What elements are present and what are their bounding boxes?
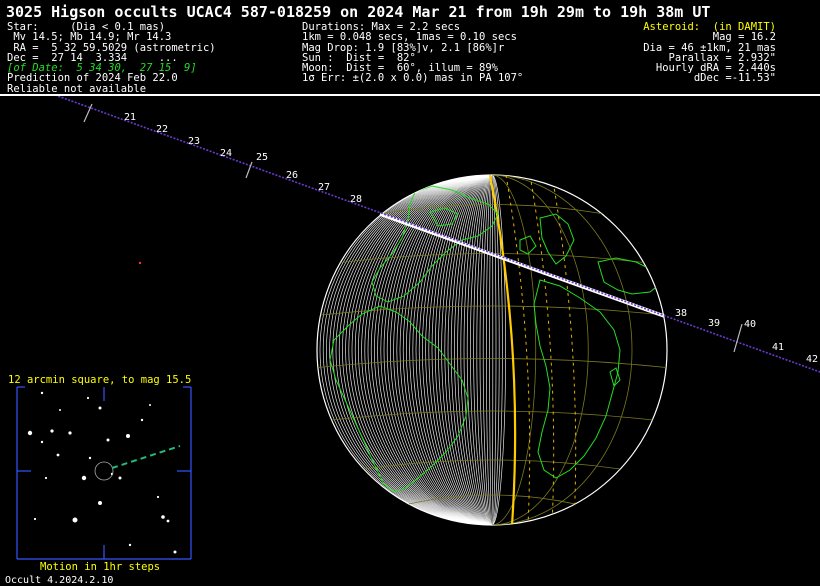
field-star xyxy=(86,396,90,400)
field-star xyxy=(98,501,102,505)
field-star xyxy=(106,438,110,442)
inset-footer: Motion in 1hr steps xyxy=(40,561,161,573)
field-star xyxy=(68,431,72,435)
field-star xyxy=(126,434,130,438)
path-tick xyxy=(733,323,743,353)
field-star xyxy=(140,418,144,422)
minute-label: 39 xyxy=(708,318,720,329)
asteroid-info-panel: Asteroid: (in DAMIT) Mag = 16.2 Dia = 46 ±… xyxy=(580,22,776,84)
minute-label: 40 xyxy=(744,319,756,330)
field-star xyxy=(40,440,44,444)
minute-label: 23 xyxy=(188,136,200,147)
field-star xyxy=(50,429,54,433)
event-info-line: 1σ Err: ±(2.0 x 0.0) mas in PA 107° xyxy=(302,72,524,85)
minute-label: 25 xyxy=(256,152,268,163)
field-star xyxy=(81,475,87,481)
minute-label: 38 xyxy=(675,308,687,319)
field-star xyxy=(173,550,177,554)
minute-label: 28 xyxy=(350,194,362,205)
field-star xyxy=(149,404,151,406)
minute-label: 42 xyxy=(806,354,818,365)
globe-map: 21 22 23 24 25 26 27 28 38 39 40 41 42 xyxy=(16,96,820,560)
field-star xyxy=(98,406,102,410)
inset-title: 12 arcmin square, to mag 15.5 xyxy=(8,374,192,386)
field-star xyxy=(72,517,78,523)
minute-label: 41 xyxy=(772,342,784,353)
star-field-inset xyxy=(16,386,192,560)
target-star-circle xyxy=(94,461,114,481)
field-star xyxy=(33,517,37,521)
reliability-line: Reliable not available xyxy=(7,82,147,95)
field-star xyxy=(161,515,165,519)
motion-vector xyxy=(111,445,181,469)
field-star xyxy=(56,453,60,457)
field-star xyxy=(59,409,61,411)
minute-label: 26 xyxy=(286,170,298,181)
field-star xyxy=(166,519,170,523)
minute-label: 21 xyxy=(124,112,136,123)
field-star xyxy=(128,543,132,547)
page-title: 3025 Higson occults UCAC4 587-018259 on … xyxy=(6,3,711,21)
field-star xyxy=(88,456,92,460)
asteroid-info-line: dDec =-11.53" xyxy=(693,72,776,85)
version-label: Occult 4.2024.2.10 xyxy=(5,575,114,586)
minute-label: 22 xyxy=(156,124,168,135)
star-dot xyxy=(138,261,142,265)
minute-label: 27 xyxy=(318,182,330,193)
field-star xyxy=(27,430,33,436)
field-star xyxy=(40,391,44,395)
star-info-panel: Star: (Dia < 0.1 mas) Mv 14.5; Mb 14.9; … xyxy=(7,22,216,95)
field-star xyxy=(44,476,48,480)
minute-label: 24 xyxy=(220,148,232,159)
field-star xyxy=(156,495,160,499)
field-star xyxy=(118,476,122,480)
event-info-panel: Durations: Max = 2.2 secs 1km = 0.048 sec… xyxy=(302,22,523,84)
